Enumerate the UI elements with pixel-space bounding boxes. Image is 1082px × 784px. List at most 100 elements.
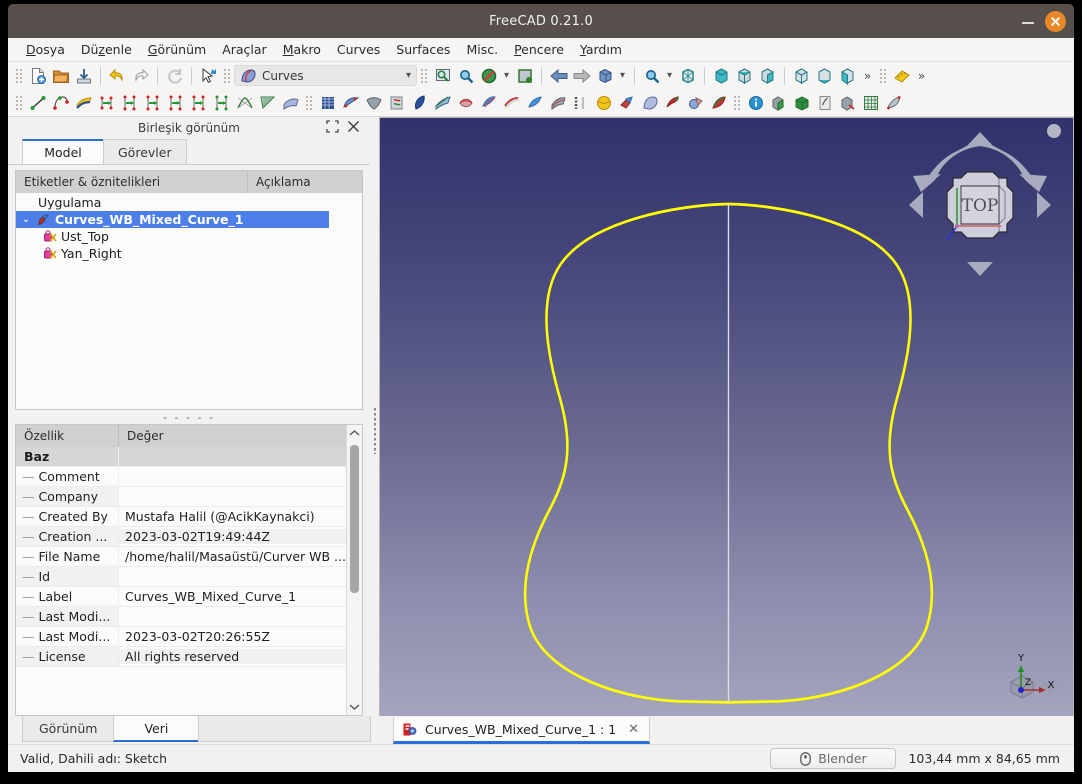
toolbar-grip[interactable] [15,66,23,85]
property-row[interactable]: — Label Curves_WB_Mixed_Curve_1 [16,587,346,607]
toolbar-grip[interactable] [733,93,741,112]
draw-style-icon[interactable] [477,64,500,87]
property-row[interactable]: — File Name /home/halil/Masaüstü/Curver W… [16,547,346,567]
blend-curve-icon[interactable] [233,91,256,114]
sketch-on-surface-icon[interactable] [500,91,523,114]
navigation-cube[interactable]: TOP [895,122,1065,292]
shape-builder-icon[interactable] [836,91,859,114]
toolbar-grip[interactable] [15,93,23,112]
tab-gorevler[interactable]: Görevler [103,139,187,164]
open-document-icon[interactable] [49,64,72,87]
interpolate-icon[interactable] [187,91,210,114]
menu-surfaces[interactable]: Surfaces [388,40,458,59]
view-top-icon[interactable] [733,64,756,87]
line-icon[interactable] [26,91,49,114]
menu-gorunum[interactable]: Görünüm [140,40,214,59]
property-value[interactable]: 2023-03-02T20:26:55Z [119,629,346,644]
tree-item-application[interactable]: Uygulama [16,194,362,211]
axonometric-icon[interactable] [593,64,616,87]
bspline-icon[interactable] [49,91,72,114]
measure-icon[interactable] [890,64,913,87]
property-row[interactable]: — Last Modi... 2023-03-02T20:26:55Z [16,627,346,647]
toolbar-grip[interactable] [223,66,231,85]
property-value[interactable]: 2023-03-02T19:49:44Z [119,529,346,544]
std-view-icon[interactable] [513,64,536,87]
discretize-icon[interactable] [141,91,164,114]
property-value[interactable]: Mustafa Halil (@AcikKaynakci) [119,509,346,524]
property-group-baz[interactable]: Baz [16,447,346,467]
menu-misc[interactable]: Misc. [458,40,506,59]
trim-face-icon[interactable] [523,91,546,114]
chevron-down-icon[interactable]: ▾ [616,70,629,81]
scrollbar-thumb[interactable] [350,445,359,593]
close-icon[interactable]: ✕ [628,722,639,737]
mesh-boolean-icon[interactable] [684,91,707,114]
parametric-blend-icon[interactable] [210,91,233,114]
menu-curves[interactable]: Curves [329,40,388,59]
navcube-menu-dot[interactable] [1047,124,1061,138]
profile-support-icon[interactable] [454,91,477,114]
undo-icon[interactable] [106,64,129,87]
segment-surface-icon[interactable] [408,91,431,114]
sphere-icon[interactable] [592,91,615,114]
toolbar-grip[interactable] [879,66,887,85]
isocurve-icon[interactable] [477,91,500,114]
boolean-icon[interactable] [615,91,638,114]
toolbar-overflow-button[interactable]: » [859,69,876,83]
next-view-icon[interactable] [570,64,593,87]
property-row[interactable]: — Company [16,487,346,507]
scrollbar-track[interactable] [347,441,362,699]
mdi-tab-active[interactable]: Curves_WB_Mixed_Curve_1 : 1 ✕ [393,717,651,744]
split-curve-icon[interactable] [118,91,141,114]
shape-info-icon[interactable] [707,91,730,114]
pipeshell-icon[interactable] [385,91,408,114]
workbench-selector[interactable]: Curves ▾ [234,65,417,86]
tree-item-yan-right[interactable]: Yan_Right [16,245,362,262]
close-button[interactable] [1045,10,1066,32]
property-row[interactable]: — License All rights reserved [16,647,346,667]
chevron-down-icon[interactable]: ⌄ [20,215,32,225]
sketch-icon[interactable] [813,91,836,114]
property-value[interactable]: All rights reserved [119,649,346,664]
chevron-down-icon[interactable]: ▾ [663,70,676,81]
dock-splitter[interactable]: - - - - - [8,410,370,424]
green-box-icon[interactable] [790,91,813,114]
menu-dosya[interactable]: Dosya [18,40,73,59]
measure-shape-icon[interactable] [882,91,905,114]
menu-pencere[interactable]: Pencere [506,40,572,59]
fit-selection-icon[interactable] [454,64,477,87]
menu-yardim[interactable]: Yardım [572,40,630,59]
multi-transform-icon[interactable] [569,91,592,114]
solid-icon[interactable] [546,91,569,114]
toolbar-grip[interactable] [420,66,428,85]
view-right-icon[interactable] [756,64,779,87]
toolbar-grip[interactable] [305,93,313,112]
property-row[interactable]: — Last Modi... [16,607,346,627]
ruled-surface-icon[interactable] [431,91,454,114]
property-row[interactable]: — Comment [16,467,346,487]
3d-viewport[interactable]: TOP Y X Z [379,117,1074,716]
grid-icon[interactable] [859,91,882,114]
property-scrollbar[interactable] [346,425,362,715]
surface-filling-icon[interactable] [638,91,661,114]
gordon-surface-icon[interactable] [316,91,339,114]
view-front-icon[interactable] [710,64,733,87]
scroll-up-icon[interactable] [349,425,360,441]
comb-plot-icon[interactable] [256,91,279,114]
restore-icon[interactable] [326,120,339,136]
flatten-face-icon[interactable] [362,91,385,114]
std-select-icon[interactable] [197,64,220,87]
sweep-surface-icon[interactable] [339,91,362,114]
property-value[interactable]: /home/halil/Masaüstü/Curver WB ... [119,549,346,564]
property-row[interactable]: — Creation ... 2023-03-02T19:49:44Z [16,527,346,547]
menu-araclar[interactable]: Araçlar [214,40,275,59]
property-value[interactable]: Curves_WB_Mixed_Curve_1 [119,589,346,604]
minimize-button[interactable] [1021,14,1035,28]
chevron-down-icon[interactable]: ▾ [500,70,513,81]
menu-duzenle[interactable]: Düzenle [73,40,140,59]
previous-view-icon[interactable] [547,64,570,87]
view-rear-icon[interactable] [790,64,813,87]
tab-model[interactable]: Model [22,139,104,164]
view-bottom-icon[interactable] [813,64,836,87]
redo-icon[interactable] [129,64,152,87]
